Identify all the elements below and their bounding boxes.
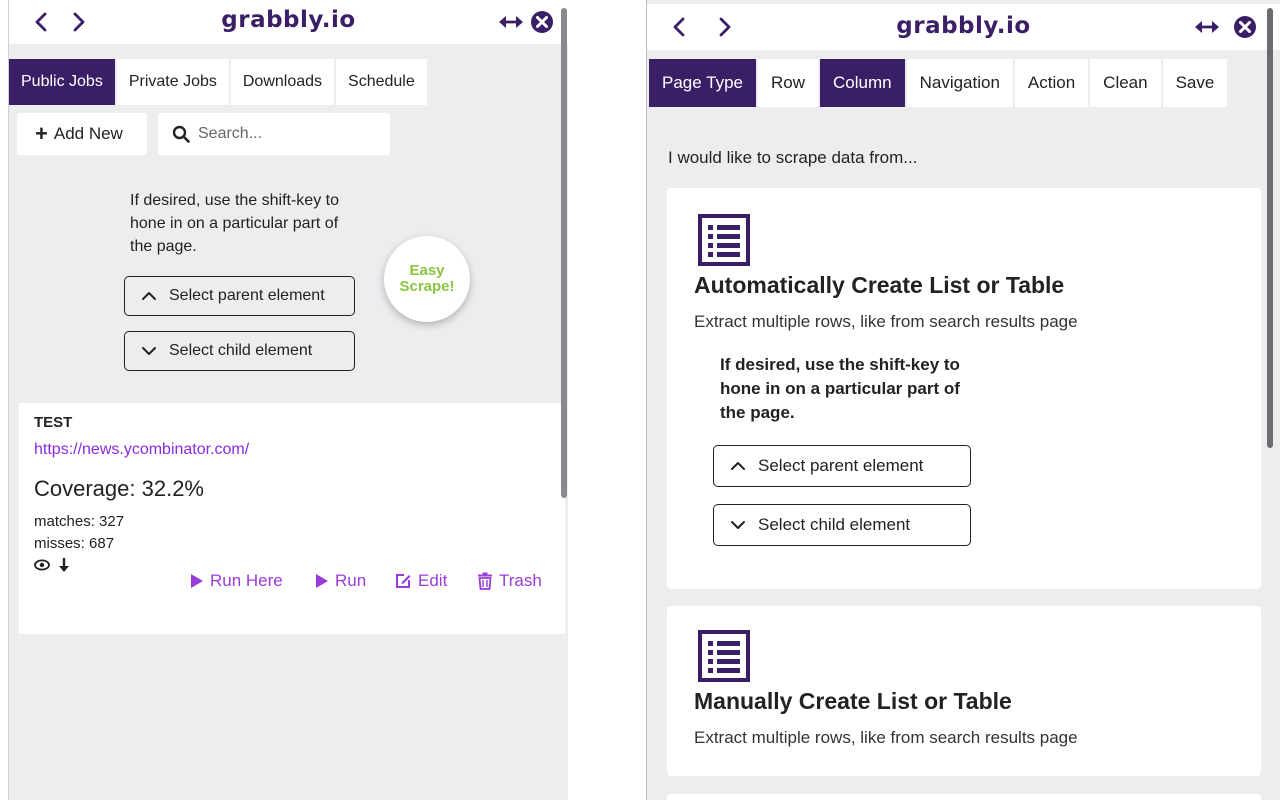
job-misses: misses: 687 bbox=[34, 535, 115, 552]
eye-icon[interactable] bbox=[34, 557, 50, 573]
select-parent-label: Select parent element bbox=[169, 287, 325, 304]
wizard-tab-bar: Page Type Row Column Navigation Action C… bbox=[649, 59, 1228, 107]
chevron-right-icon bbox=[73, 12, 85, 32]
trash-label: Trash bbox=[499, 571, 542, 590]
chevron-up-icon bbox=[731, 462, 745, 470]
download-arrow-icon[interactable] bbox=[56, 557, 72, 573]
shift-key-hint: If desired, use the shift-key to hone in… bbox=[720, 355, 960, 422]
left-scrollbar[interactable] bbox=[561, 8, 567, 498]
job-card: TEST https://news.ycombinator.com/ Cover… bbox=[19, 403, 565, 634]
job-matches: matches: 327 bbox=[34, 513, 125, 530]
manual-create-list-option[interactable]: Manually Create List or Table Extract mu… bbox=[667, 606, 1261, 776]
chevron-right-icon bbox=[719, 17, 731, 37]
edit-icon bbox=[396, 574, 411, 588]
select-child-button[interactable]: Select child element bbox=[713, 504, 971, 546]
add-new-label: Add New bbox=[53, 124, 123, 143]
run-here-label: Run Here bbox=[210, 571, 283, 590]
plus-icon: + bbox=[35, 121, 48, 146]
list-icon bbox=[698, 630, 750, 682]
right-header-bar: grabbly.io bbox=[647, 4, 1280, 50]
easy-scrape-button[interactable]: Easy Scrape! bbox=[384, 236, 470, 322]
job-icon-row bbox=[34, 557, 72, 573]
search-box[interactable] bbox=[158, 113, 390, 155]
chevron-up-icon bbox=[142, 292, 156, 300]
tab-action[interactable]: Action bbox=[1014, 59, 1089, 107]
run-here-button[interactable]: Run Here bbox=[190, 571, 283, 591]
brand-logo[interactable]: grabbly.io bbox=[896, 13, 1030, 39]
resize-horizontal-icon[interactable] bbox=[497, 11, 525, 33]
job-url-link[interactable]: https://news.ycombinator.com/ bbox=[34, 441, 249, 459]
close-circle-icon[interactable] bbox=[530, 10, 554, 34]
trash-icon bbox=[478, 572, 492, 590]
tab-save[interactable]: Save bbox=[1162, 59, 1228, 107]
left-extension-panel: grabbly.io Public Jobs Private Jobs Down… bbox=[8, 0, 568, 800]
scrape-prompt: I would like to scrape data from... bbox=[668, 148, 918, 167]
manual-option-description: Extract multiple rows, like from search … bbox=[694, 728, 1078, 747]
tab-public-jobs[interactable]: Public Jobs bbox=[9, 59, 115, 105]
run-button[interactable]: Run bbox=[315, 571, 366, 591]
easy-scrape-label: Easy Scrape! bbox=[399, 262, 455, 295]
edit-label: Edit bbox=[418, 571, 448, 590]
right-scrollbar[interactable] bbox=[1267, 8, 1273, 448]
forward-button[interactable] bbox=[65, 8, 93, 36]
next-option-card[interactable] bbox=[667, 794, 1261, 800]
tab-row[interactable]: Row bbox=[757, 59, 818, 107]
select-parent-button[interactable]: Select parent element bbox=[713, 445, 971, 487]
brand-logo[interactable]: grabbly.io bbox=[221, 7, 355, 33]
tab-clean[interactable]: Clean bbox=[1090, 59, 1161, 107]
chevron-down-icon bbox=[731, 521, 745, 529]
select-child-label: Select child element bbox=[169, 342, 313, 359]
run-label: Run bbox=[335, 571, 367, 590]
play-icon bbox=[316, 574, 328, 588]
search-input[interactable] bbox=[198, 125, 378, 143]
auto-create-list-option[interactable]: Automatically Create List or Table Extra… bbox=[667, 188, 1261, 589]
select-child-button[interactable]: Select child element bbox=[124, 331, 355, 371]
back-button[interactable] bbox=[27, 8, 55, 36]
resize-horizontal-icon[interactable] bbox=[1193, 16, 1221, 38]
tab-page-type[interactable]: Page Type bbox=[649, 59, 756, 107]
add-new-button[interactable]: + Add New bbox=[17, 113, 147, 155]
manual-option-title: Manually Create List or Table bbox=[694, 688, 1012, 714]
edit-button[interactable]: Edit bbox=[394, 571, 447, 591]
chevron-down-icon bbox=[142, 347, 156, 355]
search-icon bbox=[172, 125, 190, 143]
close-circle-icon[interactable] bbox=[1233, 15, 1257, 39]
tab-schedule[interactable]: Schedule bbox=[336, 59, 427, 105]
back-button[interactable] bbox=[665, 13, 693, 41]
tab-private-jobs[interactable]: Private Jobs bbox=[116, 59, 229, 105]
left-header-bar: grabbly.io bbox=[9, 0, 568, 44]
job-coverage: Coverage: 32.2% bbox=[34, 476, 204, 501]
auto-option-description: Extract multiple rows, like from search … bbox=[694, 312, 1078, 331]
tab-navigation[interactable]: Navigation bbox=[906, 59, 1013, 107]
forward-button[interactable] bbox=[711, 13, 739, 41]
play-icon bbox=[191, 574, 203, 588]
select-parent-label: Select parent element bbox=[758, 456, 924, 475]
tab-downloads[interactable]: Downloads bbox=[230, 59, 335, 105]
chevron-left-icon bbox=[673, 17, 685, 37]
select-child-label: Select child element bbox=[758, 515, 911, 534]
list-icon bbox=[698, 214, 750, 266]
tab-column[interactable]: Column bbox=[820, 59, 905, 107]
select-parent-button[interactable]: Select parent element bbox=[124, 276, 355, 316]
trash-button[interactable]: Trash bbox=[477, 571, 542, 591]
shift-key-hint: If desired, use the shift-key to hone in… bbox=[130, 192, 339, 255]
chevron-left-icon bbox=[35, 12, 47, 32]
left-tab-bar: Public Jobs Private Jobs Downloads Sched… bbox=[9, 59, 427, 105]
auto-option-title: Automatically Create List or Table bbox=[694, 272, 1065, 298]
right-extension-panel: grabbly.io Page Type Row Column Navigati… bbox=[646, 0, 1280, 800]
job-name: TEST bbox=[34, 414, 73, 431]
